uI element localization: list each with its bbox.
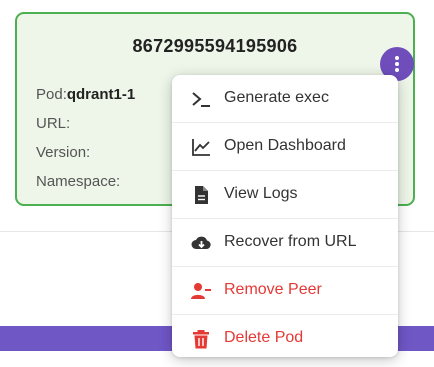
field-url: URL: [36,115,70,132]
menu-item-delete-pod[interactable]: Delete Pod [172,315,398,357]
field-url-label: URL: [36,115,71,132]
menu-item-recover-from-url[interactable]: Recover from URL [172,219,398,267]
user-remove-icon [191,283,211,299]
field-version-label: Version: [36,144,91,161]
field-namespace-label: Namespace: [36,173,121,190]
field-pod-value: qdrant1-1 [66,86,136,103]
menu-item-label: Open Dashboard [224,137,346,154]
pod-actions-menu: Generate exec Open Dashboard View Logs R… [172,75,398,357]
cloud-download-icon [191,236,211,249]
field-pod: Pod:qdrant1-1 [36,86,135,103]
document-icon [195,186,208,204]
terminal-icon [192,92,210,107]
menu-item-label: Generate exec [224,89,329,106]
menu-item-view-logs[interactable]: View Logs [172,171,398,219]
pod-id-title: 8672995594195906 [132,36,298,56]
menu-item-label: Remove Peer [224,281,322,298]
menu-item-open-dashboard[interactable]: Open Dashboard [172,123,398,171]
menu-item-remove-peer[interactable]: Remove Peer [172,267,398,315]
field-pod-label: Pod: [36,86,67,103]
chart-line-icon [192,139,210,156]
menu-item-label: Recover from URL [224,233,357,250]
menu-item-generate-exec[interactable]: Generate exec [172,75,398,123]
field-namespace: Namespace: [36,173,120,190]
menu-item-label: Delete Pod [224,329,304,346]
field-version: Version: [36,144,90,161]
menu-item-label: View Logs [224,185,298,202]
more-vertical-icon [395,56,399,72]
trash-icon [193,330,209,349]
